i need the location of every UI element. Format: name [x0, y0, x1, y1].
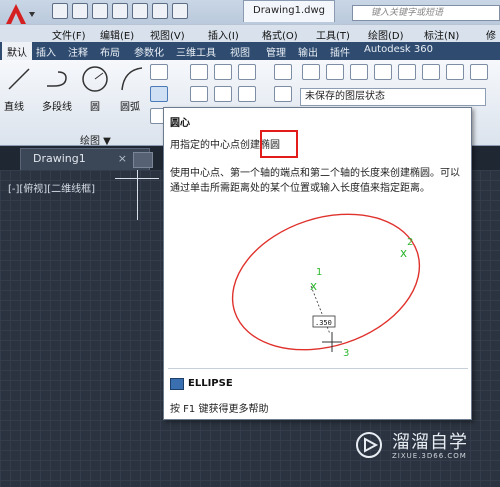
point-3-label: 3	[343, 348, 349, 359]
new-file-icon[interactable]	[52, 3, 68, 19]
point-1-label: 1	[316, 267, 322, 278]
tooltip-divider	[168, 368, 468, 369]
fillet-tool-icon[interactable]	[238, 86, 256, 102]
window-title-tab: Drawing1.dwg	[243, 0, 335, 22]
tool-label-arc: 圆弧	[120, 102, 140, 113]
center-marker: x	[310, 279, 317, 293]
menu-file[interactable]: 文件(F)	[52, 27, 86, 42]
tab-view[interactable]: 视图	[230, 44, 250, 59]
menu-tools[interactable]: 工具(T)	[316, 27, 350, 42]
watermark-name: 溜溜自学	[392, 432, 468, 453]
point-2-label: 2	[407, 237, 413, 248]
erase-tool-icon[interactable]	[274, 64, 292, 80]
copy-tool-icon[interactable]	[190, 86, 208, 102]
tab-parametric[interactable]: 参数化	[134, 44, 164, 59]
dimension-value: .350	[315, 319, 332, 327]
menu-bar: 文件(F) 编辑(E) 视图(V) 插入(I) 格式(O) 工具(T) 绘图(D…	[0, 24, 500, 42]
arc-tool-icon[interactable]	[118, 64, 146, 94]
ellipse-shape	[231, 213, 421, 351]
move-tool-icon[interactable]	[190, 64, 208, 80]
command-icon	[170, 378, 184, 390]
menu-format[interactable]: 格式(O)	[262, 27, 298, 42]
menu-draw[interactable]: 绘图(D)	[368, 27, 404, 42]
quick-access-toolbar	[52, 3, 188, 23]
tab-annotate[interactable]: 注释	[68, 44, 88, 59]
trim-tool-icon[interactable]	[238, 64, 256, 80]
ribbon-tab-bar: 默认 插入 注释 布局 参数化 三维工具 视图 管理 输出 插件 Autodes…	[0, 42, 500, 60]
ellipse-tooltip: 圆心 用指定的中心点创建椭圆 使用中心点、第一个轴的端点和第二个轴的长度来创建椭…	[163, 107, 472, 420]
save-icon[interactable]	[92, 3, 108, 19]
tooltip-command-name: ELLIPSE	[188, 378, 233, 389]
tab-3d-tools[interactable]: 三维工具	[176, 44, 216, 59]
watermark: 溜溜自学 ZIXUE.3D66.COM	[352, 426, 482, 464]
menu-dimension[interactable]: 标注(N)	[424, 27, 459, 42]
document-tab[interactable]: Drawing1 ×	[20, 148, 150, 170]
open-file-icon[interactable]	[72, 3, 88, 19]
highlight-box	[260, 130, 298, 158]
axis-end-marker: x	[400, 246, 407, 260]
explode-tool-icon[interactable]	[274, 86, 292, 102]
print-icon[interactable]	[132, 3, 148, 19]
menu-modify[interactable]: 修	[486, 27, 496, 42]
layer-tool-icon[interactable]	[350, 64, 368, 80]
menu-view[interactable]: 视图(V)	[150, 27, 185, 42]
close-icon[interactable]: ×	[118, 149, 127, 169]
tab-layout[interactable]: 布局	[100, 44, 120, 59]
tool-label-polyline: 多段线	[42, 102, 72, 113]
document-tab-label: Drawing1	[33, 152, 86, 165]
layer-state-select[interactable]: 未保存的图层状态	[300, 88, 486, 106]
redo-icon[interactable]	[172, 3, 188, 19]
autocad-window: Drawing1.dwg 键入关键字或短语 文件(F) 编辑(E) 视图(V) …	[0, 0, 500, 487]
viewport-controls[interactable]: [-][俯视][二维线框]	[8, 180, 95, 195]
layer-tool-icon[interactable]	[446, 64, 464, 80]
rectangle-tool-icon[interactable]	[150, 64, 168, 80]
circle-tool-icon[interactable]	[80, 64, 110, 94]
menu-edit[interactable]: 编辑(E)	[100, 27, 134, 42]
ellipse-tool-icon[interactable]	[150, 86, 168, 102]
cursor-crosshair	[115, 178, 159, 179]
layer-tool-icon[interactable]	[374, 64, 392, 80]
mirror-tool-icon[interactable]	[214, 86, 232, 102]
ellipse-diagram: x 1 x 2 .350 3	[231, 213, 421, 359]
layer-tool-icon[interactable]	[422, 64, 440, 80]
layer-tool-icon[interactable]	[470, 64, 488, 80]
undo-icon[interactable]	[152, 3, 168, 19]
autocad-logo-icon	[6, 4, 35, 24]
tab-plugins[interactable]: 插件	[330, 44, 350, 59]
tab-output[interactable]: 输出	[298, 44, 318, 59]
polyline-tool-icon[interactable]	[44, 66, 72, 92]
play-logo-icon	[356, 432, 382, 458]
save-as-icon[interactable]	[112, 3, 128, 19]
tab-insert[interactable]: 插入	[36, 44, 56, 59]
line-tool-icon[interactable]	[6, 66, 32, 92]
search-input[interactable]: 键入关键字或短语	[352, 5, 500, 21]
layer-tool-icon[interactable]	[326, 64, 344, 80]
tab-autodesk-360[interactable]: Autodesk 360	[364, 44, 433, 55]
tooltip-help-text: 按 F1 键获得更多帮助	[170, 404, 269, 415]
menu-insert[interactable]: 插入(I)	[208, 27, 239, 42]
draw-panel-title[interactable]: 绘图 ▼	[80, 132, 111, 147]
watermark-url: ZIXUE.3D66.COM	[392, 452, 467, 460]
tooltip-title: 圆心	[170, 118, 190, 129]
layer-properties-icon[interactable]	[302, 64, 320, 80]
tab-default[interactable]: 默认	[2, 42, 32, 60]
tool-label-line: 直线	[4, 102, 24, 113]
tooltip-description: 使用中心点、第一个轴的端点和第二个轴的长度来创建椭圆。可以通过单击所需距离处的某…	[170, 168, 460, 194]
tool-label-circle: 圆	[90, 102, 100, 113]
rotate-tool-icon[interactable]	[214, 64, 232, 80]
layer-tool-icon[interactable]	[398, 64, 416, 80]
tab-manage[interactable]: 管理	[266, 44, 286, 59]
new-tab-button[interactable]	[133, 152, 153, 168]
